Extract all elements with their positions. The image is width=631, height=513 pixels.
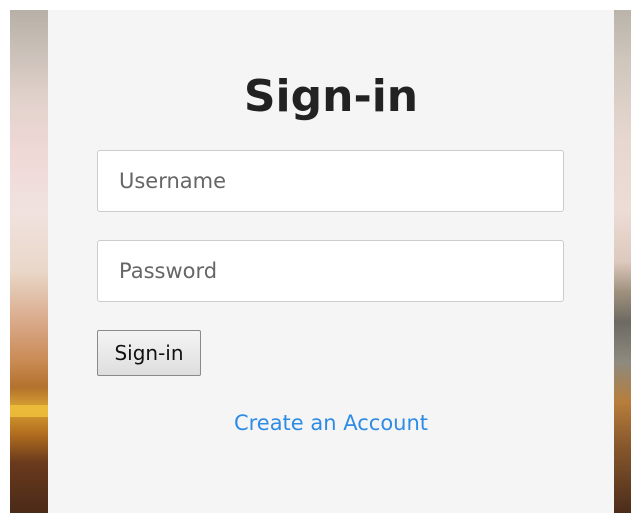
signin-panel: Sign-in Sign-in Create an Account [48,10,614,513]
password-input[interactable] [97,240,564,302]
create-account-link[interactable]: Create an Account [48,409,614,437]
signin-button[interactable]: Sign-in [97,330,201,376]
background-photo-left [10,10,48,513]
username-input[interactable] [97,150,564,212]
page: Sign-in Sign-in Create an Account [0,0,631,513]
background-photo-right [614,10,631,513]
page-title: Sign-in [243,71,419,122]
